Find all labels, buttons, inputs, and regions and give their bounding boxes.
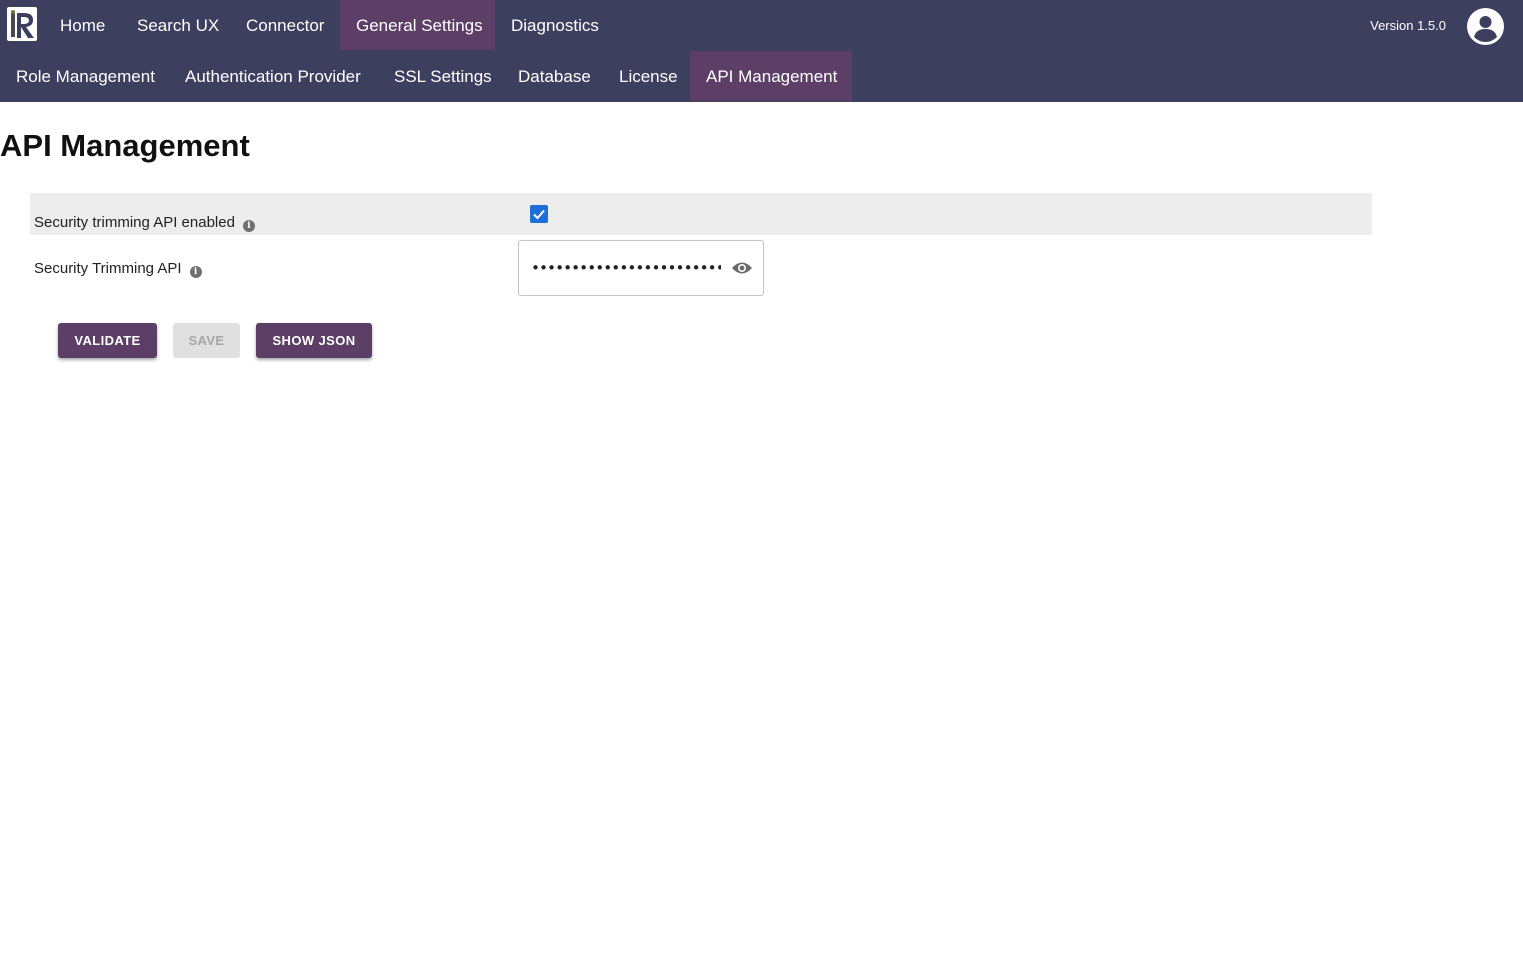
main-nav: Home Search UX Connector General Setting…	[0, 0, 1523, 50]
show-json-button[interactable]: SHOW JSON	[256, 323, 372, 358]
info-icon[interactable]: i	[242, 220, 255, 232]
sub-nav: Role Management Authentication Provider …	[0, 51, 1523, 102]
security-trimming-api-label: Security Trimming API	[34, 260, 182, 277]
field-row-security-trimming-api: Security Trimming API i	[30, 240, 1372, 296]
info-icon[interactable]: i	[189, 266, 202, 278]
eye-icon[interactable]	[731, 260, 753, 276]
nav-search-ux[interactable]: Search UX	[121, 0, 235, 50]
account-circle-icon[interactable]	[1467, 8, 1504, 45]
nav-connector[interactable]: Connector	[230, 0, 340, 50]
tab-license[interactable]: License	[603, 51, 694, 101]
page-title: API Management	[0, 128, 250, 163]
security-trimming-enabled-label: Security trimming API enabled	[34, 214, 235, 231]
field-label: Security Trimming API i	[34, 260, 202, 278]
top-header: Home Search UX Connector General Setting…	[0, 0, 1523, 102]
tab-role-management[interactable]: Role Management	[0, 51, 171, 101]
tab-database[interactable]: Database	[502, 51, 607, 101]
validate-button[interactable]: VALIDATE	[58, 323, 157, 358]
version-label: Version 1.5.0	[1370, 18, 1446, 33]
tab-api-management[interactable]: API Management	[690, 51, 852, 101]
tab-ssl-settings[interactable]: SSL Settings	[378, 51, 508, 101]
app-logo[interactable]	[7, 7, 37, 41]
field-label: Security trimming API enabled i	[34, 214, 255, 232]
check-icon	[533, 209, 545, 220]
nav-general-settings[interactable]: General Settings	[340, 0, 495, 50]
nav-home[interactable]: Home	[44, 0, 121, 50]
security-trimming-enabled-checkbox[interactable]	[530, 205, 548, 223]
nav-diagnostics[interactable]: Diagnostics	[495, 0, 615, 50]
security-trimming-api-field	[518, 240, 764, 296]
save-button[interactable]: SAVE	[173, 323, 240, 358]
field-row-security-trimming-enabled: Security trimming API enabled i	[30, 193, 1372, 235]
tab-authentication-provider[interactable]: Authentication Provider	[169, 51, 377, 101]
security-trimming-api-input[interactable]	[531, 253, 721, 283]
